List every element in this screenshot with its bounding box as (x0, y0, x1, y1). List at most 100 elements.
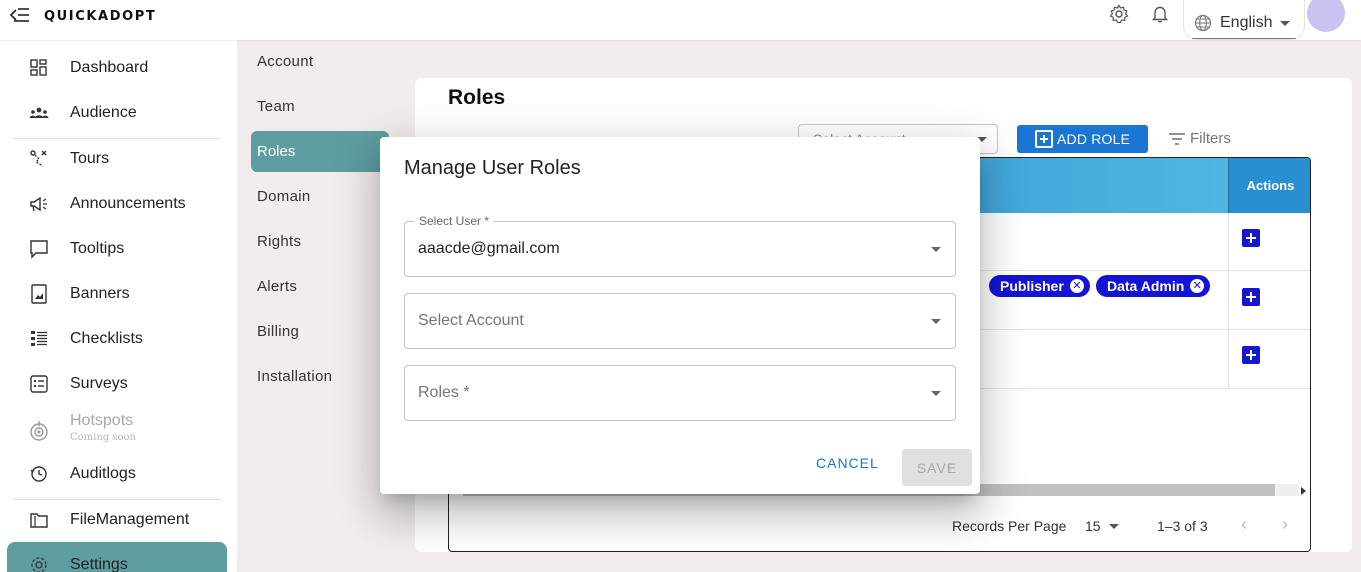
chevron-left-icon[interactable]: ‹ (1241, 514, 1247, 535)
filters-label: Filters (1190, 130, 1231, 147)
settings-menu-account[interactable]: Account (257, 53, 313, 70)
sidebar-item-label: Surveys (70, 375, 128, 392)
role-chip: Data Admin ✕ (1096, 275, 1211, 297)
sidebar-item-label: Banners (70, 285, 130, 302)
sidebar-item-label: Auditlogs (70, 465, 136, 482)
sidebar-item-dashboard[interactable]: Dashboard (0, 50, 237, 86)
dialog-title: Manage User Roles (404, 157, 581, 179)
sidebar-item-tooltips[interactable]: Tooltips (0, 231, 237, 267)
globe-icon (1194, 14, 1212, 32)
sidebar-item-auditlogs[interactable]: Auditlogs (0, 456, 237, 492)
add-role-to-user-button[interactable] (1242, 229, 1260, 247)
sidebar-item-label: Announcements (70, 195, 186, 212)
sidebar-item-tours[interactable]: Tours (0, 141, 237, 177)
sidebar-item-banners[interactable]: Banners (0, 276, 237, 312)
pagination-range: 1–3 of 3 (1157, 518, 1208, 534)
role-chip-label: Data Admin (1107, 278, 1185, 294)
language-value: English (1220, 14, 1273, 31)
chevron-down-icon (931, 247, 941, 252)
settings-menu-team[interactable]: Team (257, 98, 295, 115)
roles-field[interactable]: Roles * (404, 365, 956, 421)
clock-icon (30, 466, 47, 482)
sidebar-item-hotspots: Hotspots Coming soon (0, 406, 237, 452)
avatar[interactable] (1307, 0, 1345, 32)
sidebar-item-filemanagement[interactable]: FileManagement (0, 502, 237, 538)
select-account-placeholder: Select Account (418, 312, 524, 329)
chevron-down-icon (931, 319, 941, 324)
sidebar-item-label: Tours (70, 150, 110, 167)
survey-icon (30, 375, 48, 393)
scroll-right-icon[interactable] (1301, 487, 1306, 495)
settings-menu-roles[interactable]: Roles (251, 131, 389, 172)
sidebar: Dashboard Audience Tours Announcements T… (0, 40, 237, 572)
cancel-button[interactable]: CANCEL (816, 455, 879, 471)
settings-menu-domain[interactable]: Domain (257, 188, 311, 205)
select-user-field[interactable]: Select User * aaacde@gmail.com (404, 214, 956, 277)
actions-divider (1228, 213, 1229, 271)
actions-column-header: Actions (1228, 158, 1310, 213)
add-role-to-user-button[interactable] (1242, 346, 1260, 364)
add-role-to-user-button[interactable] (1242, 288, 1260, 306)
manage-user-roles-dialog: Manage User Roles Select User * aaacde@g… (380, 137, 980, 494)
sidebar-item-label: Audience (70, 104, 137, 121)
language-selector[interactable]: English (1183, 0, 1305, 40)
checklist-icon (31, 331, 47, 346)
gear-icon (31, 557, 47, 572)
language-underline (1192, 38, 1296, 39)
records-per-page-label: Records Per Page (952, 518, 1067, 534)
settings-menu-installation[interactable]: Installation (257, 368, 332, 385)
hotspot-icon (30, 421, 48, 441)
brand-name: QUICKADOPT (44, 8, 157, 24)
sidebar-divider (13, 138, 221, 139)
bell-icon[interactable] (1150, 4, 1170, 24)
chip-remove-icon[interactable]: ✕ (1190, 279, 1205, 293)
chevron-down-icon (931, 391, 941, 396)
select-account-field[interactable]: Select Account (404, 293, 956, 349)
sidebar-item-label: Settings (70, 556, 128, 572)
chip-remove-icon[interactable]: ✕ (1069, 279, 1084, 293)
filter-icon (1169, 132, 1185, 145)
chevron-down-icon (1280, 20, 1291, 26)
settings-menu-alerts[interactable]: Alerts (257, 278, 297, 295)
actions-divider (1228, 272, 1229, 330)
add-role-label: ADD ROLE (1057, 131, 1131, 147)
brand: QUICKADOPT (8, 6, 156, 26)
collapse-menu-icon[interactable] (8, 6, 30, 26)
settings-menu-roles-label: Roles (257, 143, 296, 160)
top-bar: QUICKADOPT English (0, 0, 1361, 40)
sidebar-item-label: Dashboard (70, 59, 149, 76)
roles-placeholder: Roles * (418, 384, 470, 401)
add-role-button[interactable]: ADD ROLE (1017, 125, 1148, 153)
sidebar-item-audience[interactable]: Audience (0, 95, 237, 131)
tours-icon (30, 150, 47, 167)
select-user-label: Select User * (414, 214, 495, 228)
gear-icon[interactable] (1109, 4, 1129, 24)
page-size-value: 15 (1085, 518, 1101, 534)
megaphone-icon (30, 196, 47, 212)
sidebar-item-label: Hotspots (70, 412, 134, 429)
audience-icon (29, 107, 49, 118)
folder-icon (30, 513, 48, 528)
page-title: Roles (448, 86, 506, 109)
sidebar-item-surveys[interactable]: Surveys (0, 366, 237, 402)
filters-button[interactable]: Filters (1168, 130, 1231, 147)
plus-icon (1035, 130, 1053, 148)
dashboard-icon (30, 59, 47, 76)
tooltip-icon (30, 240, 48, 259)
page-size-select[interactable]: 15 (1085, 518, 1119, 534)
banner-icon (31, 284, 47, 304)
sidebar-item-label: FileManagement (70, 511, 190, 528)
sidebar-item-announcements[interactable]: Announcements (0, 186, 237, 222)
sidebar-item-settings[interactable]: Settings (0, 547, 237, 572)
select-user-value: aaacde@gmail.com (418, 240, 560, 257)
sidebar-item-label: Tooltips (70, 240, 125, 257)
chevron-right-icon[interactable]: › (1282, 514, 1288, 535)
save-button[interactable]: SAVE (902, 449, 972, 486)
chevron-down-icon (1108, 523, 1119, 529)
settings-menu-rights[interactable]: Rights (257, 233, 301, 250)
settings-menu-billing[interactable]: Billing (257, 323, 299, 340)
sidebar-item-checklists[interactable]: Checklists (0, 321, 237, 357)
role-chip-label: Publisher (1000, 278, 1064, 294)
sidebar-item-label: Checklists (70, 330, 143, 347)
role-chip: Publisher ✕ (989, 275, 1090, 297)
